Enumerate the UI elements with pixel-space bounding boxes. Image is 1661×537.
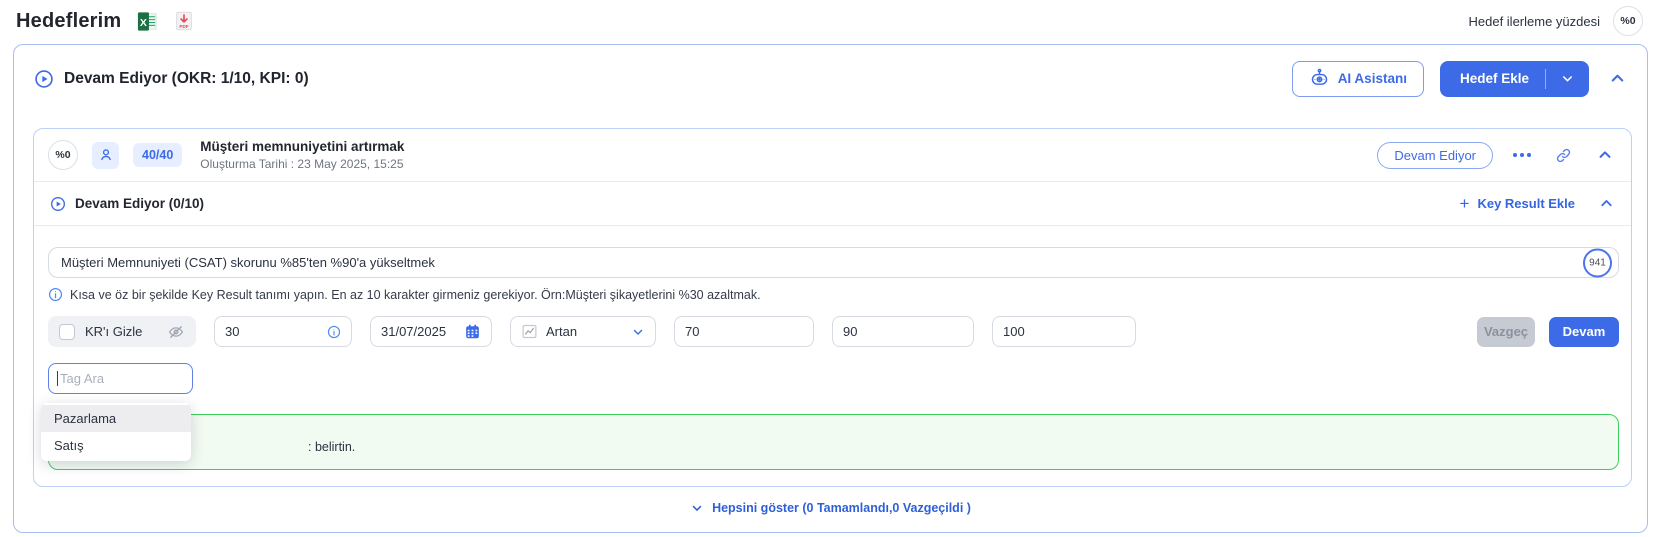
kr-weight-input[interactable] [225, 324, 319, 339]
kr-direction-select[interactable]: Artan [510, 316, 656, 347]
kr-target-value-input[interactable] [1003, 324, 1125, 339]
kr-target-value-field [992, 316, 1136, 347]
ai-assistant-button[interactable]: AI Asistanı [1292, 61, 1424, 97]
text-cursor [57, 371, 58, 386]
kr-current-value-field [832, 316, 974, 347]
plus-icon: + [1460, 195, 1470, 212]
hide-kr-label: KR'ı Gizle [85, 324, 157, 339]
add-goal-label: Hedef Ekle [1440, 71, 1545, 86]
tag-option-satis[interactable]: Satış [41, 432, 191, 459]
board-status-title: Devam Ediyor (OKR: 1/10, KPI: 0) [64, 70, 309, 88]
key-result-form: 941 Kısa ve öz bir şekilde Key Result ta… [34, 226, 1631, 486]
kr-start-value-input[interactable] [685, 324, 803, 339]
hide-kr-control: KR'ı Gizle [48, 316, 196, 347]
kr-helper-banner: : belirtin. [48, 414, 1619, 470]
objective-weight-badge: 40/40 [133, 143, 182, 167]
board-footer: Hepsini göster (0 Tamamlandı,0 Vazgeçild… [14, 483, 1647, 532]
chevron-down-icon [631, 325, 645, 339]
continue-button[interactable]: Devam [1549, 317, 1619, 347]
cancel-button[interactable]: Vazgeç [1477, 317, 1535, 347]
export-actions: X PDF [135, 9, 196, 33]
tag-options-dropdown: Pazarlama Satış [41, 403, 191, 461]
hide-kr-checkbox[interactable] [59, 324, 75, 340]
svg-text:X: X [140, 16, 147, 28]
add-goal-button[interactable]: Hedef Ekle [1440, 61, 1589, 97]
char-counter-badge: 941 [1583, 248, 1612, 277]
chevron-down-icon[interactable] [1546, 71, 1589, 86]
show-all-label: Hepsini göster (0 Tamamlandı,0 Vazgeçild… [712, 501, 971, 515]
goal-progress-label: Hedef ilerleme yüzdesi [1468, 14, 1600, 29]
objective-header: %0 40/40 Müşteri memnuniyetini artırmak … [34, 129, 1631, 182]
key-result-group-title: Devam Ediyor (0/10) [75, 196, 204, 211]
kr-hint-row: Kısa ve öz bir şekilde Key Result tanımı… [48, 287, 1619, 302]
objective-created-date: Oluşturma Tarihi : 23 May 2025, 15:25 [200, 157, 404, 171]
calendar-icon[interactable] [464, 323, 481, 340]
page-title: Hedeflerim [16, 10, 121, 33]
add-key-result-label: Key Result Ekle [1477, 196, 1575, 211]
key-result-group-header: Devam Ediyor (0/10) + Key Result Ekle [34, 182, 1631, 226]
ai-assistant-label: AI Asistanı [1338, 71, 1407, 86]
board-collapse-chevron-up-icon[interactable] [1605, 67, 1629, 91]
objective-card: %0 40/40 Müşteri memnuniyetini artırmak … [33, 128, 1632, 487]
objective-progress-badge: %0 [48, 140, 78, 170]
link-icon[interactable] [1551, 143, 1575, 167]
tag-search-input[interactable] [48, 363, 193, 394]
svg-text:PDF: PDF [180, 24, 189, 29]
kr-hint-text: Kısa ve öz bir şekilde Key Result tanımı… [70, 288, 761, 302]
ai-robot-icon [1309, 68, 1330, 89]
show-all-button[interactable]: Hepsini göster (0 Tamamlandı,0 Vazgeçild… [690, 501, 971, 515]
ellipsis-icon[interactable] [1511, 149, 1533, 161]
kr-direction-value: Artan [546, 324, 623, 339]
pdf-export-icon[interactable]: PDF [172, 9, 196, 33]
objective-status-button[interactable]: Devam Ediyor [1377, 142, 1493, 169]
play-circle-icon [34, 69, 54, 89]
kr-current-value-input[interactable] [843, 324, 963, 339]
okr-board-card: Devam Ediyor (OKR: 1/10, KPI: 0) AI Asis… [13, 44, 1648, 533]
add-key-result-button[interactable]: + Key Result Ekle [1460, 195, 1575, 212]
kr-controls-row: KR'ı Gizle [48, 316, 1619, 347]
goal-progress-badge: %0 [1613, 6, 1643, 36]
tag-search-wrap: Pazarlama Satış [48, 363, 193, 394]
kr-due-date-field [370, 316, 492, 347]
play-circle-icon [50, 196, 66, 212]
objective-collapse-chevron-up-icon[interactable] [1593, 143, 1617, 167]
info-circle-icon [327, 325, 341, 339]
kr-weight-field [214, 316, 352, 347]
kr-group-collapse-chevron-up-icon[interactable] [1598, 195, 1615, 212]
board-header: Devam Ediyor (OKR: 1/10, KPI: 0) AI Asis… [14, 45, 1647, 97]
objective-title: Müşteri memnuniyetini artırmak [200, 139, 404, 154]
eye-off-icon [167, 323, 185, 341]
tag-option-pazarlama[interactable]: Pazarlama [41, 405, 191, 432]
kr-start-value-field [674, 316, 814, 347]
top-bar: Hedeflerim X PDF Hedef ilerleme yüzdesi … [0, 0, 1661, 42]
chevron-down-icon [690, 501, 704, 515]
kr-name-input[interactable] [48, 247, 1619, 278]
kr-due-date-input[interactable] [381, 324, 456, 339]
person-icon[interactable] [92, 142, 119, 169]
trend-chart-icon [521, 323, 538, 340]
excel-export-icon[interactable]: X [135, 9, 159, 33]
helper-text-fragment: : belirtin. [308, 440, 355, 454]
info-circle-icon [48, 287, 63, 302]
